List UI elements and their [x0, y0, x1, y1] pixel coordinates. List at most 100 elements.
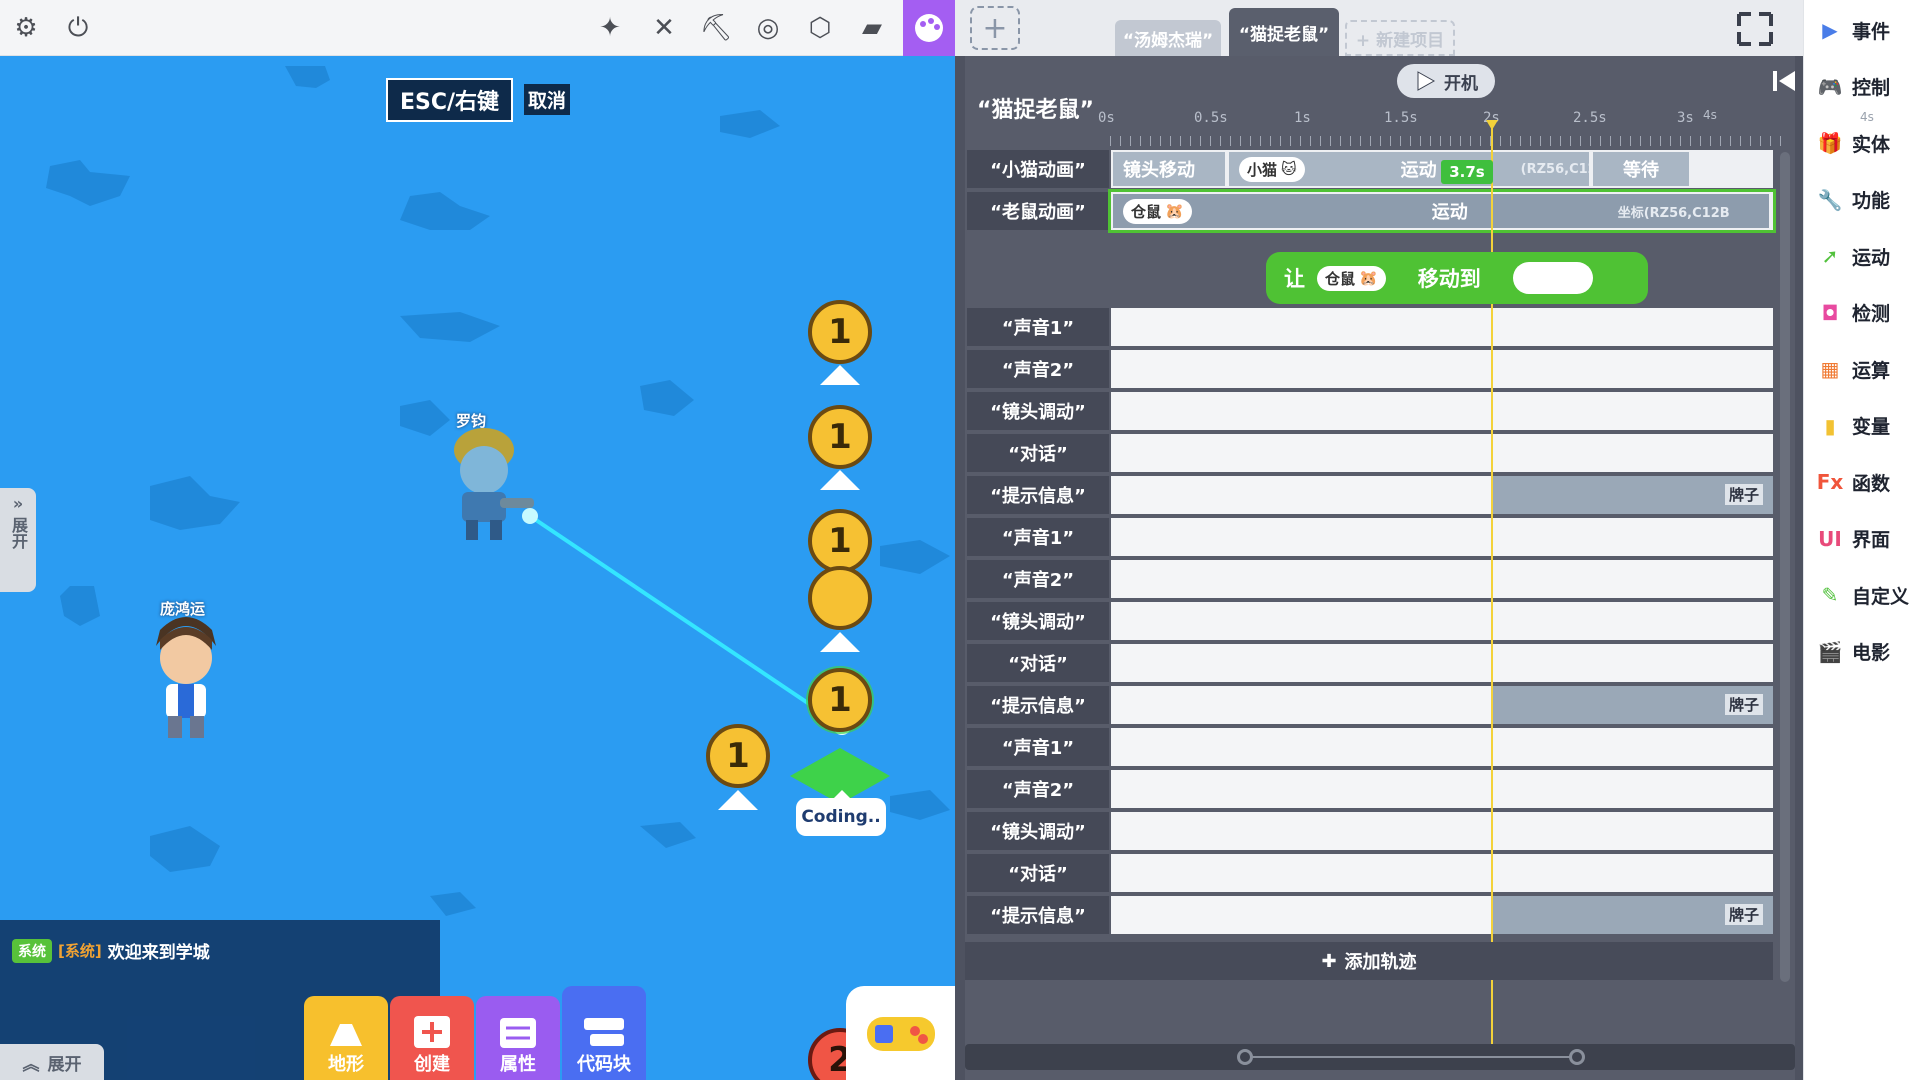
cat-motion-clip[interactable]: 小猫🐱 运动 (RZ56,C12 — [1229, 152, 1589, 186]
sign-clip[interactable]: 牌子 — [1493, 896, 1773, 934]
track-lane[interactable] — [1111, 560, 1773, 598]
track-lane[interactable] — [1111, 770, 1773, 808]
track-label[interactable]: “镜头调动” — [967, 392, 1109, 430]
target-pill[interactable]: 仓鼠 🐹 — [1317, 265, 1386, 291]
category-arrow[interactable]: ➚ 运动 — [1804, 234, 1920, 278]
track-lane[interactable] — [1111, 350, 1773, 388]
magic-wand-icon[interactable]: ✦ — [590, 8, 630, 48]
crossed-swords-icon[interactable]: ✕ — [644, 8, 684, 48]
track-label[interactable]: “声音1” — [967, 728, 1109, 766]
track-label[interactable]: “对话” — [967, 644, 1109, 682]
track-lane[interactable] — [1111, 644, 1773, 682]
move-target-input[interactable] — [1512, 262, 1593, 294]
map-marker[interactable] — [808, 566, 872, 652]
add-view-button[interactable]: + — [970, 6, 1020, 50]
category-gift[interactable]: 🎁 实体 — [1804, 121, 1920, 165]
marker-number: 1 — [828, 417, 852, 457]
track-lane[interactable] — [1111, 602, 1773, 640]
category-play-circle[interactable]: ▶ 事件 — [1804, 8, 1920, 52]
category-bars[interactable]: ▮ 变量 — [1804, 404, 1920, 448]
track-label[interactable]: “提示信息” — [967, 476, 1109, 514]
chat-expand-button[interactable]: ︽ 展开 — [0, 1044, 104, 1080]
track-lane[interactable] — [1111, 392, 1773, 430]
track-label[interactable]: “小猫动画” — [967, 150, 1109, 188]
track-lane[interactable]: 牌子 — [1111, 686, 1773, 724]
track-label[interactable]: “镜头调动” — [967, 602, 1109, 640]
map-icon[interactable]: ▰ — [852, 8, 892, 48]
scroll-handle-left[interactable] — [1237, 1049, 1253, 1065]
stop-circle-icon[interactable]: ◎ — [748, 8, 788, 48]
add-track-button[interactable]: ✚ 添加轨迹 — [965, 942, 1773, 980]
palette-button[interactable] — [903, 0, 955, 56]
npc-character[interactable] — [146, 614, 226, 744]
track-lane[interactable]: 牌子 — [1111, 896, 1773, 934]
track-label[interactable]: “老鼠动画” — [967, 192, 1109, 230]
category-gamepad[interactable]: 🎮 控制 — [1804, 65, 1920, 109]
sign-clip[interactable]: 牌子 — [1493, 476, 1773, 514]
track-label[interactable]: “声音1” — [967, 518, 1109, 556]
run-button[interactable]: 开机 — [1397, 64, 1495, 98]
playhead-handle[interactable] — [1486, 120, 1498, 130]
move-to-block[interactable]: 让仓鼠 🐹 移动到 — [1266, 252, 1648, 304]
track-lane[interactable] — [1111, 728, 1773, 766]
gear-icon[interactable]: ⚙ — [6, 8, 46, 48]
track-lane[interactable] — [1111, 854, 1773, 892]
track-label[interactable]: “对话” — [967, 434, 1109, 472]
track-lane[interactable] — [1111, 308, 1773, 346]
cancel-hint[interactable]: 取消 — [524, 84, 571, 115]
category-detect[interactable]: ◘ 检测 — [1804, 291, 1920, 335]
pickaxe-icon[interactable]: ⛏ — [696, 8, 736, 48]
code-block-button[interactable]: 代码块 — [562, 986, 646, 1080]
terrain-button[interactable]: 地形 — [304, 996, 388, 1080]
ui-icon: UI — [1818, 526, 1842, 551]
sign-label: 牌子 — [1724, 694, 1763, 715]
skip-to-start-icon[interactable] — [1771, 68, 1797, 94]
track-label[interactable]: “提示信息” — [967, 896, 1109, 934]
category-fx[interactable]: Fx 函数 — [1804, 460, 1920, 504]
player-character[interactable] — [440, 422, 540, 544]
horizontal-scrollbar[interactable] — [965, 1044, 1795, 1070]
tab-cat-mouse[interactable]: “猫捉老鼠” — [1229, 8, 1339, 56]
create-button[interactable]: 创建 — [390, 996, 474, 1080]
scroll-handle-right[interactable] — [1569, 1049, 1585, 1065]
track-label[interactable]: “声音2” — [967, 770, 1109, 808]
power-icon[interactable]: ⏻ — [58, 8, 98, 48]
mouse-motion-clip[interactable]: 仓鼠 🐹 运动 坐标(RZ56,C12B — [1113, 194, 1769, 228]
track-label[interactable]: “提示信息” — [967, 686, 1109, 724]
vertical-scrollbar[interactable] — [1780, 152, 1790, 982]
track-lane[interactable] — [1111, 434, 1773, 472]
gamepad-icon — [867, 1017, 935, 1051]
category-clapper[interactable]: 🎬 电影 — [1804, 630, 1920, 674]
camera-move-clip[interactable]: 镜头移动 — [1113, 152, 1225, 186]
track-label[interactable]: “声音2” — [967, 560, 1109, 598]
ruler-tick: 1s — [1294, 110, 1311, 126]
gamepad-button[interactable] — [846, 986, 955, 1080]
time-ruler[interactable]: 0s 0.5s 1s 1.5s 2s 2.5s 3s — [1098, 100, 1782, 146]
category-pencil[interactable]: ✎ 自定义 — [1804, 573, 1920, 617]
tab-tom-jerry[interactable]: “汤姆杰瑞” — [1115, 20, 1221, 56]
fullscreen-icon[interactable] — [1735, 10, 1775, 48]
sign-clip[interactable]: 牌子 — [1493, 686, 1773, 724]
side-expand-button[interactable]: » 展开 — [0, 488, 36, 592]
category-grid[interactable]: ▦ 运算 — [1804, 347, 1920, 391]
track-lane[interactable]: 牌子 — [1111, 476, 1773, 514]
game-scene[interactable]: 1 1 1 1 1 2 罗钧 庞鸿运 Coding.. ESC/右键 取消 » … — [0, 0, 955, 1080]
track-label[interactable]: “声音1” — [967, 308, 1109, 346]
track-lane[interactable] — [1111, 518, 1773, 556]
track-label[interactable]: “声音2” — [967, 350, 1109, 388]
track-lane[interactable] — [1111, 812, 1773, 850]
track-label[interactable]: “镜头调动” — [967, 812, 1109, 850]
properties-button[interactable]: 属性 — [476, 996, 560, 1080]
cube-icon[interactable]: ⬡ — [800, 8, 840, 48]
dock-label: 地形 — [328, 1054, 364, 1075]
tab-new-project[interactable]: + 新建项目 — [1345, 20, 1455, 56]
category-wrench[interactable]: 🔧 功能 — [1804, 178, 1920, 222]
timeline-panel: + “汤姆杰瑞” “猫捉老鼠” + 新建项目 “猫捉老鼠” 开机 0s 0.5s… — [955, 0, 1803, 1080]
code-block-icon — [584, 1018, 624, 1046]
wait-clip[interactable]: 等待 — [1593, 152, 1689, 186]
hamster-face-icon: 🐹 — [1359, 269, 1378, 287]
track-label[interactable]: “对话” — [967, 854, 1109, 892]
track-lane[interactable]: 仓鼠 🐹 运动 坐标(RZ56,C12B — [1108, 189, 1776, 233]
top-toolbar: ⚙ ⏻ ✦ ✕ ⛏ ◎ ⬡ ▰ — [0, 0, 955, 56]
category-ui[interactable]: UI 界面 — [1804, 517, 1920, 561]
